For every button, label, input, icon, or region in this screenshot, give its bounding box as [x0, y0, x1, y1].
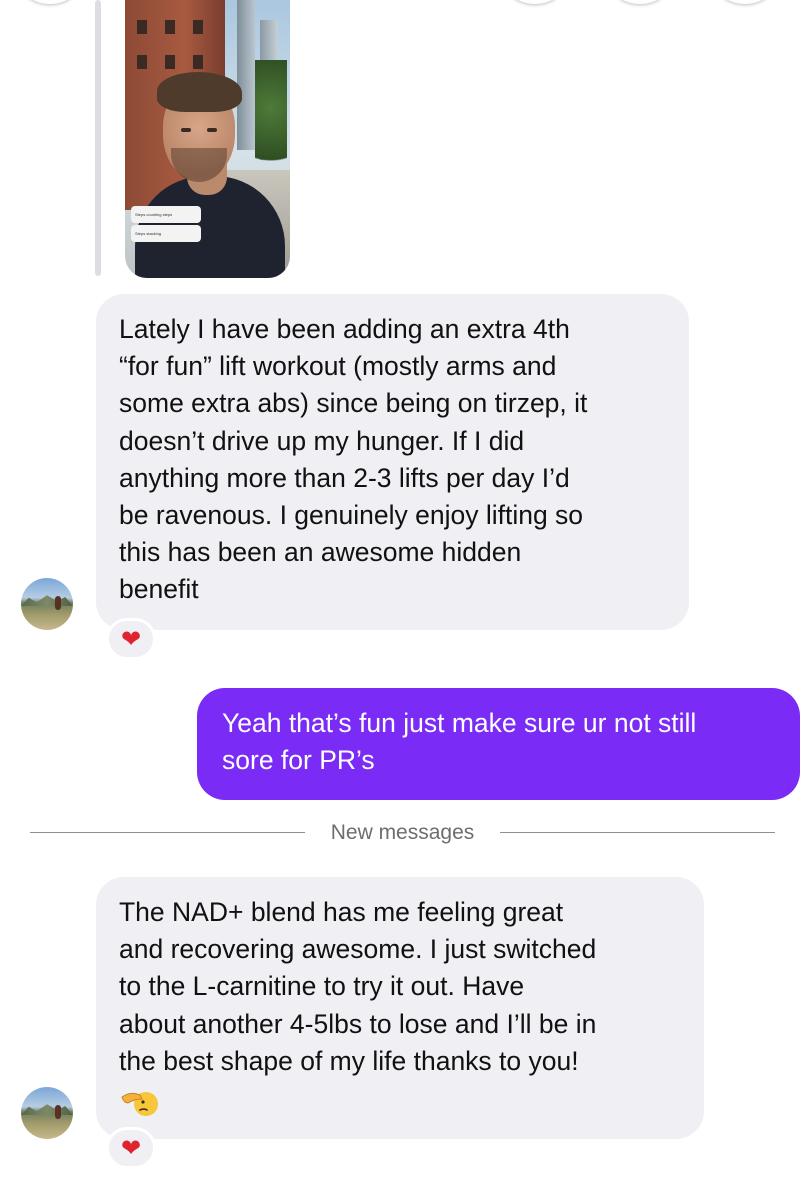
heart-icon: ❤	[120, 1134, 142, 1162]
heart-icon: ❤	[120, 625, 142, 653]
story-poll-option-1: Steps counting steps	[131, 206, 201, 223]
new-messages-label: New messages	[330, 821, 475, 844]
message-line: Yeah that’s fun just make sure ur not st…	[222, 708, 697, 738]
message-line: benefit	[119, 574, 199, 605]
message-line: sore for PR’s	[222, 745, 375, 776]
reply-indicator-bar	[95, 0, 101, 276]
message-line: anything more than 2-3 lifts per day I’d	[119, 462, 570, 493]
outgoing-message-bubble[interactable]: Yeah that’s fun just make sure ur not st…	[197, 688, 800, 800]
incoming-message-bubble[interactable]: The NAD+ blend has me feeling great and …	[96, 877, 704, 1139]
message-line: doesn’t drive up my hunger. If I did	[119, 425, 525, 456]
message-line: be ravenous. I genuinely enjoy lifting s…	[119, 500, 584, 531]
hand-pointing-face-emoji-icon	[121, 1092, 158, 1116]
message-line: this has been an awesome hidden	[119, 537, 522, 568]
message-line: to the L-carnitine to try it out. Have	[119, 971, 525, 1002]
message-line: some extra abs) since being on tirzep, i…	[119, 388, 588, 419]
top-button-3[interactable]	[610, 0, 670, 4]
message-line: about another 4-5lbs to lose and I’ll be…	[119, 1008, 597, 1039]
top-button-2[interactable]	[505, 0, 565, 4]
story-skyscraper	[237, 0, 255, 150]
story-tree	[255, 60, 287, 180]
new-messages-divider: New messages	[0, 820, 800, 846]
top-button-1[interactable]	[20, 0, 80, 4]
message-line: “for fun” lift workout (mostly arms and	[119, 351, 557, 382]
incoming-message-bubble[interactable]: Lately I have been adding an extra 4th “…	[96, 294, 689, 630]
top-button-4[interactable]	[715, 0, 775, 4]
story-poll-option-2: Steps stacking	[131, 225, 201, 242]
heart-reaction[interactable]: ❤	[106, 1127, 156, 1169]
sender-avatar[interactable]	[21, 578, 73, 630]
sender-avatar[interactable]	[21, 1087, 73, 1139]
message-line: the best shape of my life thanks to you!	[119, 1045, 579, 1076]
story-reply-thumbnail[interactable]: Steps counting steps Steps stacking	[125, 0, 290, 278]
heart-reaction[interactable]: ❤	[106, 618, 156, 660]
message-line: Lately I have been adding an extra 4th	[119, 314, 570, 344]
message-line: and recovering awesome. I just switched	[119, 934, 597, 965]
message-line: The NAD+ blend has me feeling great	[119, 897, 564, 927]
